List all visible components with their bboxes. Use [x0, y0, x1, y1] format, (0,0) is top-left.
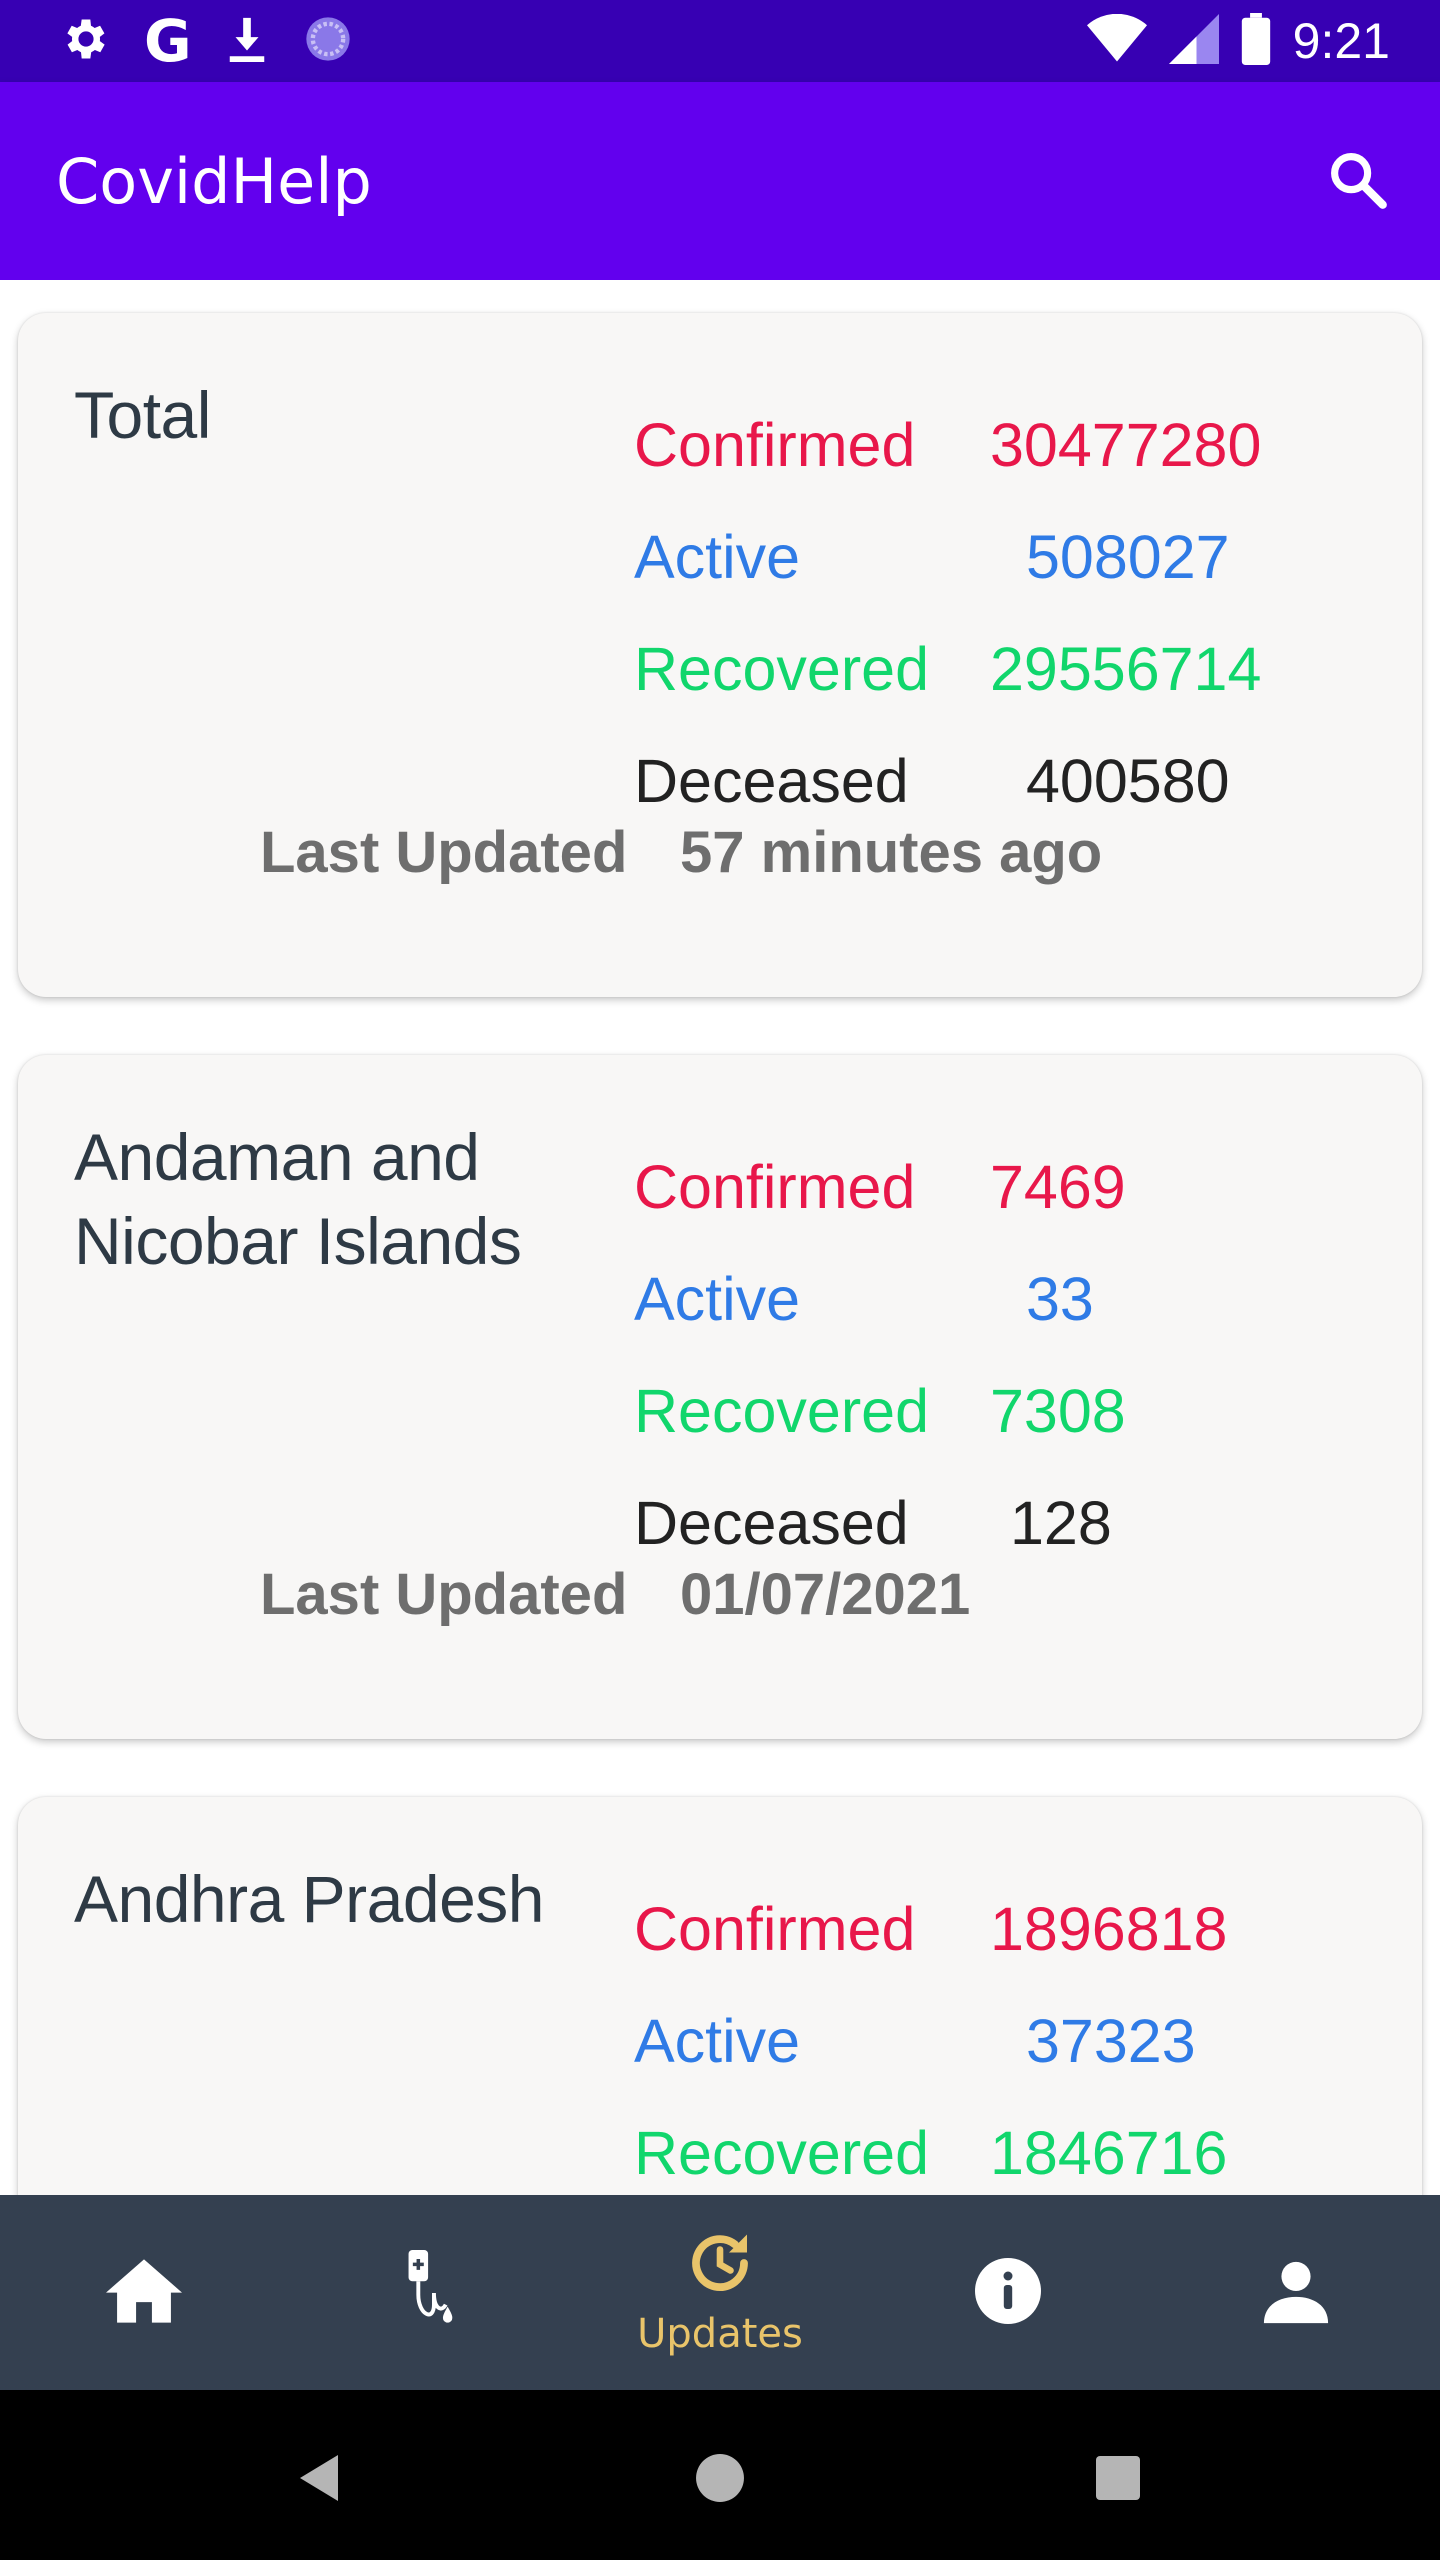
download-icon	[224, 13, 270, 69]
nav-resources[interactable]	[288, 2195, 576, 2390]
card-name: Andhra Pradesh	[74, 1862, 545, 1936]
confirmed-value: 7469	[990, 1153, 1126, 1221]
search-button[interactable]	[1318, 142, 1398, 222]
nav-info[interactable]	[864, 2195, 1152, 2390]
recovered-label: Recovered	[634, 1377, 929, 1445]
nav-profile[interactable]	[1152, 2195, 1440, 2390]
bottom-navigation: Updates	[0, 2195, 1440, 2390]
app-title: CovidHelp	[56, 145, 372, 218]
iv-drip-icon	[404, 2248, 460, 2338]
circle-home-icon	[695, 2453, 745, 2507]
deceased-label: Deceased	[634, 1489, 909, 1557]
confirmed-value: 30477280	[990, 411, 1262, 479]
nav-updates[interactable]: Updates	[576, 2195, 864, 2390]
nav-updates-label: Updates	[637, 2310, 803, 2357]
card-name: Total	[74, 378, 211, 452]
app-bar: CovidHelp	[0, 82, 1440, 280]
status-time: 9:21	[1292, 13, 1390, 69]
updates-list[interactable]: Total Confirmed 30477280 Active 508027 R…	[0, 280, 1440, 2195]
square-recents-icon	[1096, 2456, 1140, 2504]
back-icon	[298, 2453, 342, 2507]
confirmed-label: Confirmed	[634, 1895, 916, 1963]
last-updated-value: 01/07/2021	[680, 1562, 971, 1627]
last-updated-value: 57 minutes ago	[680, 820, 1103, 885]
active-label: Active	[634, 1265, 801, 1333]
system-navigation	[0, 2390, 1440, 2560]
card-name: Andaman and Nicobar Islands	[74, 1120, 522, 1278]
confirmed-label: Confirmed	[634, 1153, 916, 1221]
recovered-value: 29556714	[990, 635, 1262, 703]
deceased-value: 400580	[1026, 747, 1230, 815]
battery-icon	[1241, 13, 1271, 69]
last-updated-label: Last Updated	[260, 820, 628, 885]
info-icon	[972, 2255, 1044, 2331]
recovered-label: Recovered	[634, 635, 929, 703]
active-label: Active	[634, 2007, 801, 2075]
status-right-icons: 9:21	[1086, 10, 1390, 72]
recents-button[interactable]	[1068, 2430, 1168, 2530]
signal-icon	[1168, 14, 1219, 68]
last-updated-label: Last Updated	[260, 1562, 628, 1627]
confirmed-value: 1896818	[990, 1895, 1228, 1963]
deceased-value: 128	[1010, 1489, 1112, 1557]
active-value: 33	[1026, 1265, 1094, 1333]
active-value: 508027	[1026, 523, 1230, 591]
updates-icon	[684, 2227, 756, 2303]
loader-icon	[302, 13, 354, 69]
gear-icon	[60, 13, 112, 69]
person-icon	[1261, 2256, 1331, 2330]
active-value: 37323	[1026, 2007, 1196, 2075]
recovered-value: 1846716	[990, 2119, 1228, 2187]
status-left-icons: G	[60, 10, 354, 72]
active-label: Active	[634, 523, 801, 591]
nav-home[interactable]	[0, 2195, 288, 2390]
recovered-label: Recovered	[634, 2119, 929, 2187]
search-icon	[1325, 147, 1391, 217]
deceased-label: Deceased	[634, 747, 909, 815]
home-icon	[106, 2256, 182, 2330]
wifi-icon	[1086, 13, 1147, 68]
home-system-button[interactable]	[670, 2430, 770, 2530]
state-card-andaman-nicobar[interactable]: Andaman and Nicobar Islands Confirmed 74…	[18, 1055, 1422, 1739]
state-card-andhra-pradesh[interactable]: Andhra Pradesh Confirmed 1896818 Active …	[18, 1797, 1422, 2195]
back-button[interactable]	[270, 2430, 370, 2530]
state-card-total[interactable]: Total Confirmed 30477280 Active 508027 R…	[18, 313, 1422, 997]
recovered-value: 7308	[990, 1377, 1126, 1445]
confirmed-label: Confirmed	[634, 411, 916, 479]
status-bar: G 9:21	[0, 0, 1440, 82]
google-icon: G	[144, 7, 192, 75]
